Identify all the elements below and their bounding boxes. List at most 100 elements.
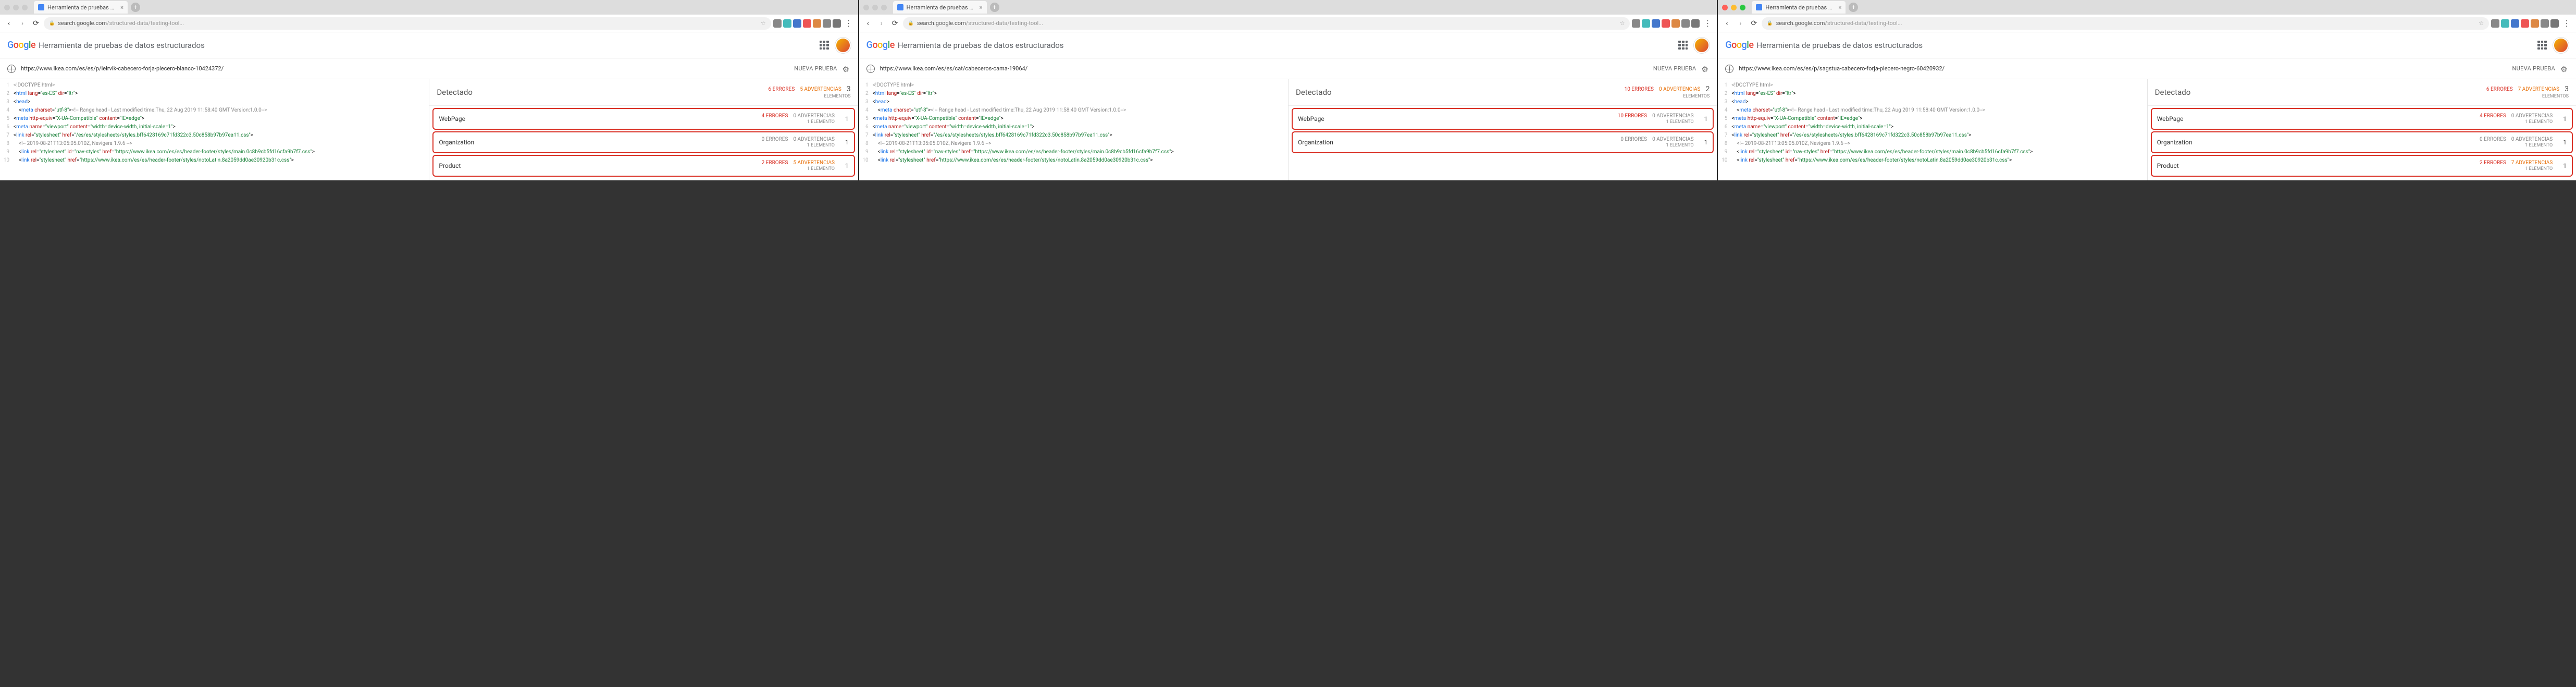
detected-header: Detectado6 ERRORES5 ADVERTENCIAS3ELEMENT… — [429, 79, 858, 106]
minimize-window-icon[interactable] — [13, 5, 19, 10]
extension-icon[interactable] — [1691, 19, 1700, 28]
minimize-window-icon[interactable] — [872, 5, 878, 10]
maximize-window-icon[interactable] — [881, 5, 887, 10]
maximize-window-icon[interactable] — [1740, 5, 1745, 10]
new-tab-button[interactable]: + — [990, 3, 999, 12]
browser-menu-icon[interactable]: ⋮ — [843, 18, 855, 28]
forward-button[interactable]: › — [17, 18, 28, 29]
source-code-panel[interactable]: 1<!DOCTYPE html>2<html lang="es-ES" dir=… — [0, 79, 429, 180]
avatar[interactable] — [2553, 38, 2569, 53]
browser-menu-icon[interactable]: ⋮ — [2560, 18, 2573, 28]
gear-icon[interactable]: ⚙ — [2560, 65, 2569, 73]
forward-button[interactable]: › — [1735, 18, 1746, 29]
entity-row[interactable]: Organization0 ERRORES0 ADVERTENCIAS1 ELE… — [2151, 131, 2573, 153]
source-code-panel[interactable]: 1<!DOCTYPE html>2<html lang="es-ES" dir=… — [859, 79, 1288, 180]
close-tab-icon[interactable]: × — [120, 4, 123, 11]
new-test-button[interactable]: NUEVA PRUEBA — [794, 65, 837, 72]
code-line: 1<!DOCTYPE html> — [0, 81, 429, 90]
browser-menu-icon[interactable]: ⋮ — [1701, 18, 1714, 28]
new-tab-button[interactable]: + — [1849, 3, 1858, 12]
extension-icon[interactable] — [833, 19, 841, 28]
close-window-icon[interactable] — [4, 5, 10, 10]
reload-button[interactable]: ⟳ — [889, 18, 901, 29]
extension-icon[interactable] — [2491, 19, 2499, 28]
entity-count: 1 — [1704, 115, 1708, 122]
entity-row[interactable]: WebPage4 ERRORES0 ADVERTENCIAS1 ELEMENTO… — [2151, 108, 2573, 130]
results-panel: Detectado6 ERRORES5 ADVERTENCIAS3ELEMENT… — [429, 79, 858, 180]
new-test-button[interactable]: NUEVA PRUEBA — [1653, 65, 1696, 72]
forward-button[interactable]: › — [876, 18, 887, 29]
close-window-icon[interactable] — [863, 5, 869, 10]
gear-icon[interactable]: ⚙ — [1701, 65, 1710, 73]
avatar[interactable] — [835, 38, 851, 53]
window-controls[interactable] — [1722, 5, 1745, 10]
back-button[interactable]: ‹ — [862, 18, 874, 29]
maximize-window-icon[interactable] — [22, 5, 28, 10]
source-code-panel[interactable]: 1<!DOCTYPE html>2<html lang="es-ES" dir=… — [1718, 79, 2147, 180]
entity-row[interactable]: WebPage10 ERRORES0 ADVERTENCIAS1 ELEMENT… — [1292, 108, 1714, 130]
minimize-window-icon[interactable] — [1731, 5, 1737, 10]
extension-icon[interactable] — [1642, 19, 1650, 28]
browser-tab[interactable]: Herramienta de pruebas de d× — [893, 1, 987, 14]
entity-row[interactable]: Organization0 ERRORES0 ADVERTENCIAS1 ELE… — [1292, 131, 1714, 153]
reload-button[interactable]: ⟳ — [30, 18, 42, 29]
extension-icon[interactable] — [2531, 19, 2539, 28]
entity-row[interactable]: Product2 ERRORES5 ADVERTENCIAS1 ELEMENTO… — [432, 155, 854, 177]
google-logo[interactable]: Google — [1725, 40, 1753, 51]
new-test-button[interactable]: NUEVA PRUEBA — [2512, 65, 2555, 72]
url-field[interactable]: 🔒search.google.com/structured-data/testi… — [1762, 17, 2489, 30]
bookmark-icon[interactable]: ☆ — [761, 20, 766, 27]
apps-icon[interactable] — [2537, 41, 2547, 50]
extension-icon[interactable] — [793, 19, 801, 28]
extension-icon[interactable] — [2511, 19, 2519, 28]
entity-count: 1 — [2563, 139, 2567, 146]
extension-icon[interactable] — [803, 19, 811, 28]
entity-row[interactable]: Organization0 ERRORES0 ADVERTENCIAS1 ELE… — [432, 131, 854, 153]
google-logo[interactable]: Google — [866, 40, 895, 51]
bookmark-icon[interactable]: ☆ — [1619, 20, 1625, 27]
close-tab-icon[interactable]: × — [1838, 4, 1841, 11]
extension-icon[interactable] — [2501, 19, 2509, 28]
line-number: 10 — [859, 156, 873, 165]
address-bar: ‹›⟳🔒search.google.com/structured-data/te… — [1718, 15, 2576, 32]
extension-icon[interactable] — [783, 19, 791, 28]
reload-button[interactable]: ⟳ — [1748, 18, 1760, 29]
entity-row[interactable]: Product2 ERRORES7 ADVERTENCIAS1 ELEMENTO… — [2151, 155, 2573, 177]
apps-icon[interactable] — [1678, 41, 1688, 50]
gear-icon[interactable]: ⚙ — [843, 65, 851, 73]
close-tab-icon[interactable]: × — [980, 4, 983, 11]
extension-icon[interactable] — [2550, 19, 2559, 28]
page-header: GoogleHerramienta de pruebas de datos es… — [0, 32, 858, 58]
back-button[interactable]: ‹ — [1721, 18, 1732, 29]
url-field[interactable]: 🔒search.google.com/structured-data/testi… — [44, 17, 771, 30]
back-button[interactable]: ‹ — [3, 18, 15, 29]
extension-icon[interactable] — [1671, 19, 1680, 28]
url-field[interactable]: 🔒search.google.com/structured-data/testi… — [903, 17, 1630, 30]
entity-errors: 10 ERRORES — [1618, 113, 1647, 119]
line-number: 9 — [0, 148, 14, 156]
extension-icon[interactable] — [813, 19, 821, 28]
entity-row[interactable]: WebPage4 ERRORES0 ADVERTENCIAS1 ELEMENTO… — [432, 108, 854, 130]
extension-icon[interactable] — [1652, 19, 1660, 28]
extension-icon[interactable] — [2521, 19, 2529, 28]
window-controls[interactable] — [863, 5, 887, 10]
close-window-icon[interactable] — [1722, 5, 1728, 10]
apps-icon[interactable] — [820, 41, 829, 50]
extension-icon[interactable] — [1681, 19, 1690, 28]
window-controls[interactable] — [4, 5, 28, 10]
globe-icon — [1725, 65, 1733, 73]
new-tab-button[interactable]: + — [131, 3, 140, 12]
extension-icon[interactable] — [823, 19, 831, 28]
google-logo[interactable]: Google — [7, 40, 35, 51]
extension-icon[interactable] — [773, 19, 782, 28]
bookmark-icon[interactable]: ☆ — [2479, 20, 2484, 27]
extension-icon[interactable] — [1632, 19, 1640, 28]
browser-tab[interactable]: Herramienta de pruebas de d× — [34, 1, 128, 14]
entity-warnings: 0 ADVERTENCIAS — [793, 113, 834, 119]
line-content: <html lang="es-ES" dir="ltr"> — [873, 90, 1288, 98]
avatar[interactable] — [1694, 38, 1710, 53]
extension-icon[interactable] — [1662, 19, 1670, 28]
browser-tab[interactable]: Herramienta de pruebas de d× — [1752, 1, 1846, 14]
line-content: <meta http-equiv="X-UA-Compatible" conte… — [14, 115, 429, 123]
extension-icon[interactable] — [2541, 19, 2549, 28]
